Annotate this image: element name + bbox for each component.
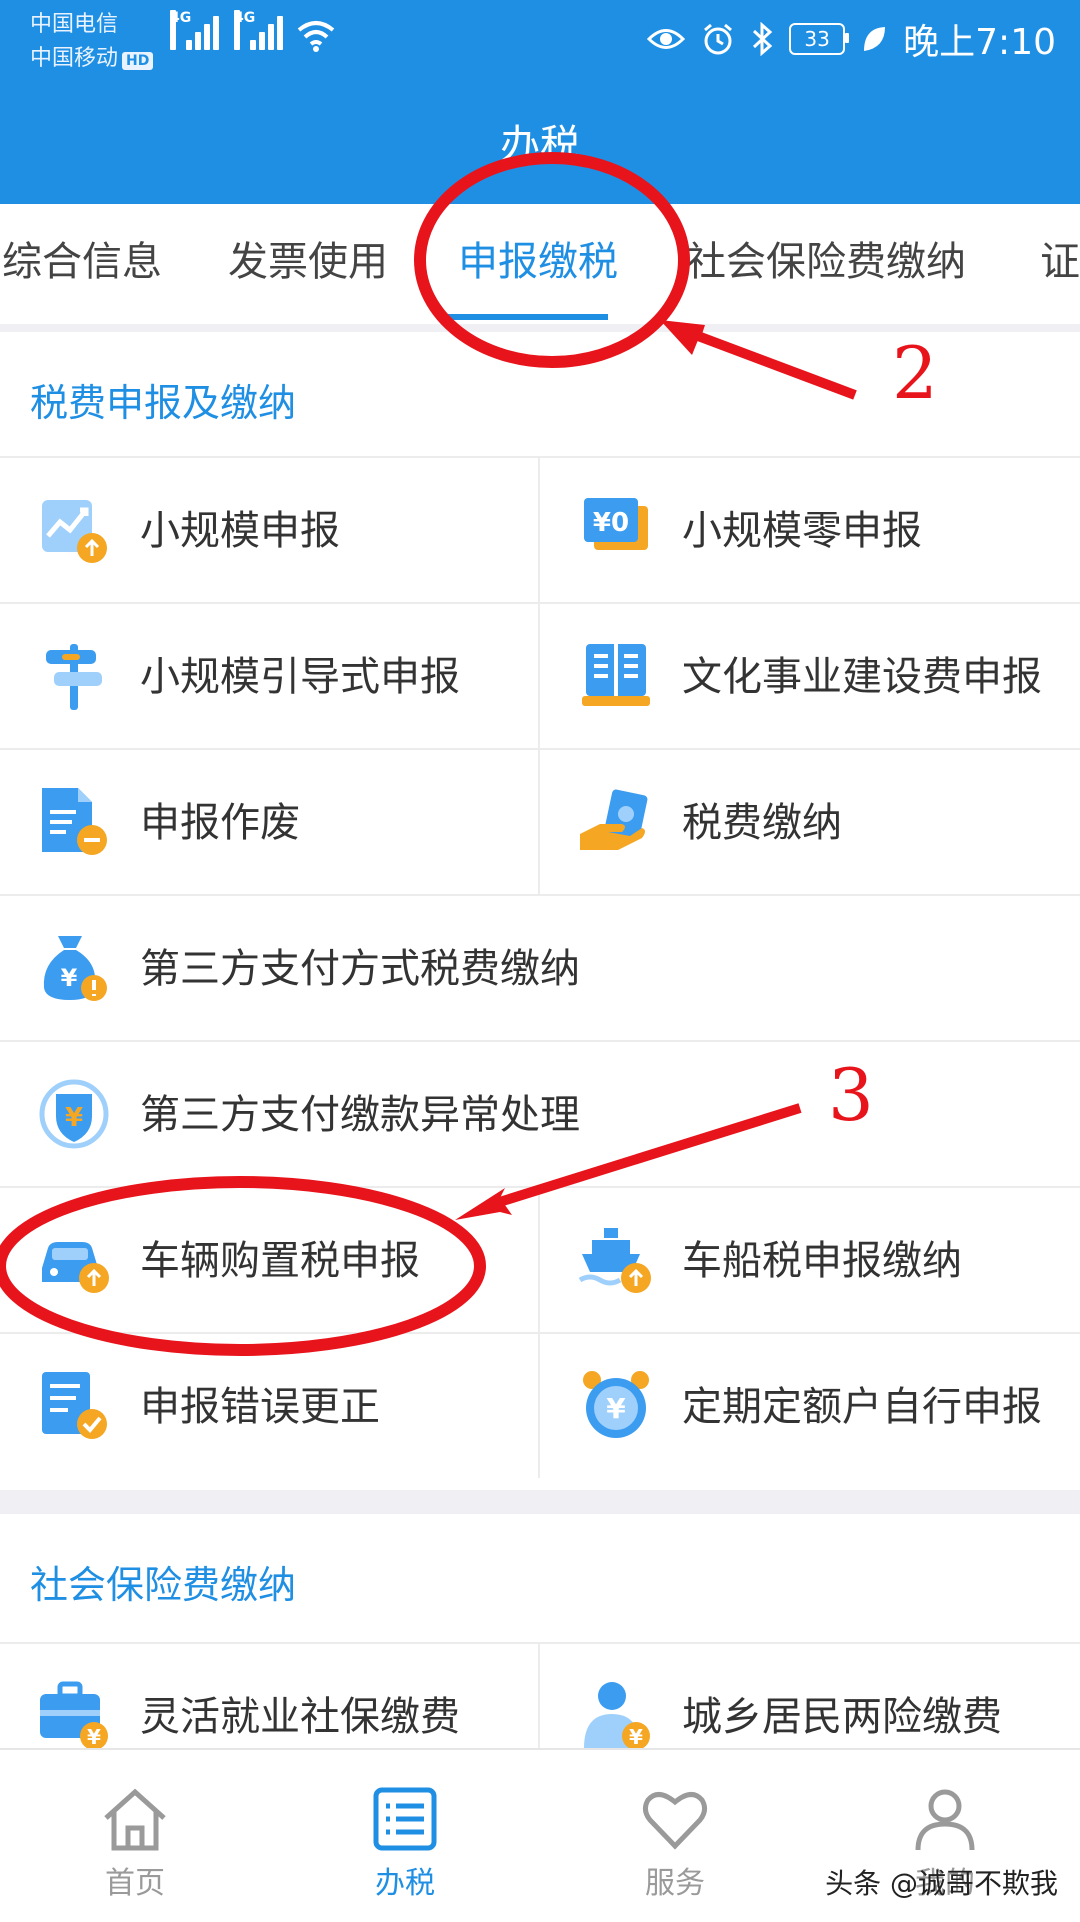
alarm-clock-yen-icon: ¥ bbox=[583, 1371, 649, 1438]
menu-item-vessel-tax[interactable]: 车船税申报缴纳 bbox=[540, 1186, 1080, 1332]
status-bar: 中国电信 中国移动 HD 4G 4G 33 晚上7:10 bbox=[0, 0, 1080, 84]
tab-certificate[interactable]: 证 bbox=[1040, 204, 1080, 324]
app-header: 办税 bbox=[0, 84, 1080, 204]
menu-item-label: 申报错误更正 bbox=[140, 1384, 380, 1430]
menu-item-tax-payment[interactable]: 税费缴纳 bbox=[540, 748, 1080, 894]
svg-text:¥: ¥ bbox=[606, 1392, 626, 1425]
menu-item-label: 申报作废 bbox=[140, 800, 300, 846]
hand-money-icon bbox=[580, 789, 648, 850]
signal-icon-2: 4G bbox=[234, 10, 286, 50]
network-type-2: 4G bbox=[234, 10, 255, 50]
open-book-icon bbox=[582, 644, 650, 706]
shield-yen-icon: ¥ bbox=[39, 1079, 109, 1149]
wifi-icon bbox=[297, 21, 335, 52]
menu-item-label: 小规模引导式申报 bbox=[140, 654, 460, 700]
tab-comprehensive-info[interactable]: 综合信息 bbox=[2, 204, 162, 324]
money-bag-icon: ¥ bbox=[43, 936, 107, 1001]
tab-social-insurance[interactable]: 社会保险费缴纳 bbox=[686, 204, 966, 324]
menu-item-label: 小规模申报 bbox=[140, 508, 340, 554]
nav-label: 服务 bbox=[645, 1866, 705, 1901]
person-yen-icon: ¥ bbox=[584, 1682, 650, 1750]
carrier-2: 中国移动 HD bbox=[30, 40, 154, 72]
document-check-icon bbox=[42, 1372, 107, 1439]
clock: 晚上7:10 bbox=[903, 22, 1056, 63]
svg-text:¥: ¥ bbox=[87, 1725, 101, 1749]
menu-item-label: 税费缴纳 bbox=[682, 800, 842, 846]
section-divider bbox=[0, 1490, 1080, 1514]
menu-item-label: 第三方支付缴款异常处理 bbox=[140, 1092, 580, 1138]
chart-upload-icon bbox=[42, 500, 107, 563]
menu-item-declaration-correction[interactable]: 申报错误更正 bbox=[0, 1332, 540, 1478]
hd-badge: HD bbox=[122, 52, 154, 70]
menu-item-guided-declaration[interactable]: 小规模引导式申报 bbox=[0, 602, 540, 748]
signpost-icon bbox=[46, 644, 102, 710]
menu-item-label: 小规模零申报 bbox=[682, 508, 922, 554]
alarm-icon bbox=[704, 23, 733, 55]
active-tab-indicator bbox=[448, 314, 608, 320]
menu-item-void-declaration[interactable]: 申报作废 bbox=[0, 748, 540, 894]
menu-item-label: 车辆购置税申报 bbox=[140, 1238, 420, 1284]
menu-item-small-scale-zero-declaration[interactable]: ¥0 小规模零申报 bbox=[540, 456, 1080, 602]
svg-text:¥: ¥ bbox=[65, 1103, 83, 1133]
car-upload-icon bbox=[42, 1242, 109, 1293]
menu-item-vehicle-purchase-tax[interactable]: 车辆购置税申报 bbox=[0, 1186, 540, 1332]
list-icon bbox=[373, 1787, 437, 1851]
bluetooth-icon bbox=[753, 22, 773, 56]
person-icon bbox=[915, 1789, 975, 1851]
battery-icon: 33 bbox=[789, 23, 850, 55]
document-minus-icon bbox=[42, 788, 107, 855]
tab-declare-pay-tax[interactable]: 申报缴税 bbox=[458, 204, 618, 324]
tab-invoice-usage[interactable]: 发票使用 bbox=[228, 204, 388, 324]
carrier-1: 中国电信 bbox=[30, 12, 119, 37]
menu-item-label: 第三方支付方式税费缴纳 bbox=[140, 946, 580, 992]
watermark: 头条 @诚哥不欺我 bbox=[825, 1867, 1058, 1900]
svg-text:¥: ¥ bbox=[629, 1725, 643, 1749]
menu-item-third-party-exception[interactable]: ¥ 第三方支付缴款异常处理 bbox=[0, 1040, 1080, 1186]
page-title: 办税 bbox=[500, 122, 580, 168]
menu-item-third-party-payment[interactable]: ¥ 第三方支付方式税费缴纳 bbox=[0, 894, 1080, 1040]
nav-services[interactable]: 服务 bbox=[540, 1750, 810, 1922]
svg-text:¥: ¥ bbox=[61, 964, 78, 992]
network-type-1: 4G bbox=[170, 10, 191, 50]
tab-bar: 综合信息 发票使用 申报缴税 社会保险费缴纳 证 bbox=[0, 204, 1080, 324]
svg-text:¥0: ¥0 bbox=[593, 508, 629, 538]
menu-item-label: 车船税申报缴纳 bbox=[682, 1238, 962, 1284]
leaf-icon bbox=[864, 27, 886, 51]
section-title-social-insurance: 社会保险费缴纳 bbox=[30, 1563, 297, 1607]
nav-tax[interactable]: 办税 bbox=[270, 1750, 540, 1922]
nav-label: 办税 bbox=[375, 1866, 435, 1901]
nav-label: 首页 bbox=[105, 1866, 165, 1901]
eye-icon bbox=[647, 29, 686, 49]
menu-item-culture-fee-declaration[interactable]: 文化事业建设费申报 bbox=[540, 602, 1080, 748]
yen-zero-icon: ¥0 bbox=[584, 498, 648, 550]
briefcase-yen-icon: ¥ bbox=[40, 1681, 108, 1750]
menu-item-fixed-quota-declaration[interactable]: ¥ 定期定额户自行申报 bbox=[540, 1332, 1080, 1478]
menu-item-label: 定期定额户自行申报 bbox=[682, 1384, 1042, 1430]
menu-item-small-scale-declaration[interactable]: 小规模申报 bbox=[0, 456, 540, 602]
nav-home[interactable]: 首页 bbox=[0, 1750, 270, 1922]
home-icon bbox=[104, 1788, 166, 1851]
section-title-tax-declaration: 税费申报及缴纳 bbox=[30, 381, 297, 425]
heart-icon bbox=[642, 1792, 708, 1850]
menu-item-label: 文化事业建设费申报 bbox=[682, 654, 1042, 700]
signal-icon-1: 4G bbox=[170, 10, 222, 50]
ship-upload-icon bbox=[578, 1228, 651, 1293]
